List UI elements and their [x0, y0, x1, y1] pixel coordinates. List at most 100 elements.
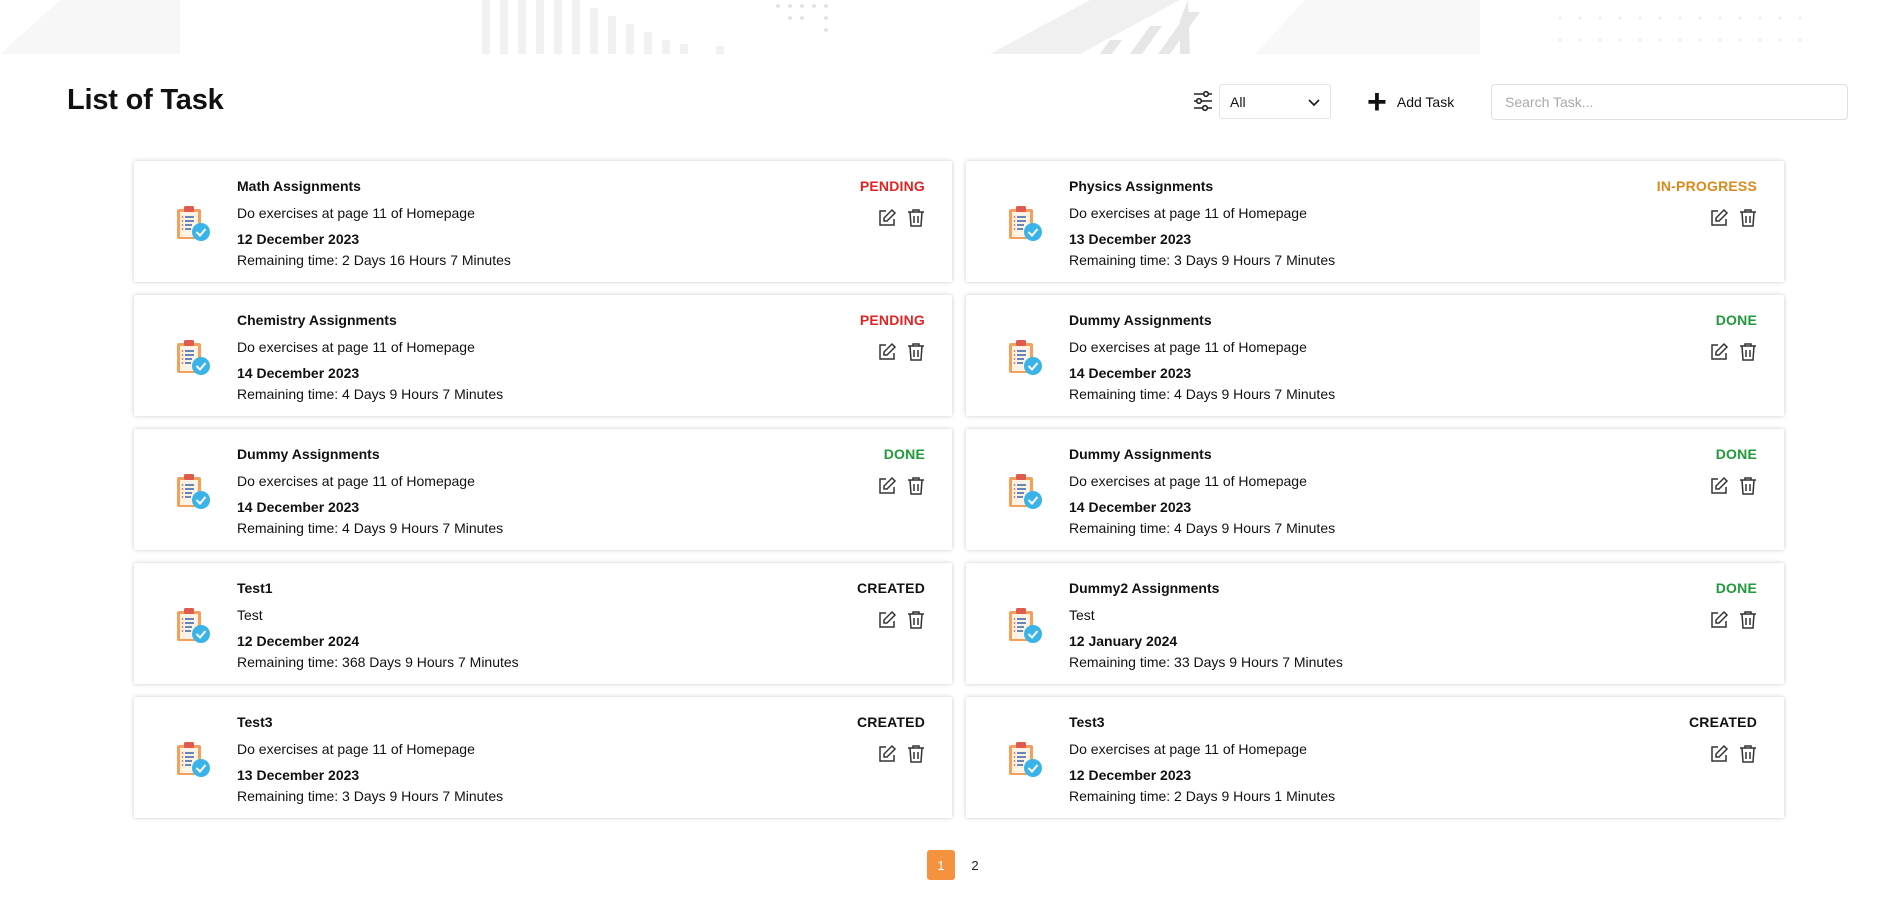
- task-due-date: 12 December 2023: [1069, 767, 1192, 783]
- plus-icon: +: [1367, 83, 1387, 121]
- task-remaining-time: Remaining time: 3 Days 9 Hours 7 Minutes: [237, 788, 504, 804]
- task-remaining-time: Remaining time: 4 Days 9 Hours 7 Minutes: [237, 386, 504, 402]
- edit-icon[interactable]: [877, 610, 897, 630]
- search-task-input[interactable]: [1491, 84, 1848, 120]
- task-title: Test3: [237, 714, 273, 730]
- task-title: Dummy Assignments: [1069, 446, 1212, 462]
- task-grid: Math Assignments Do exercises at page 11…: [134, 161, 1784, 818]
- task-title: Dummy Assignments: [1069, 312, 1212, 328]
- trash-icon[interactable]: [1739, 744, 1757, 764]
- add-task-label: Add Task: [1396, 94, 1455, 110]
- task-description: Do exercises at page 11 of Homepage: [1069, 339, 1307, 355]
- task-title: Chemistry Assignments: [237, 312, 397, 328]
- task-remaining-time: Remaining time: 4 Days 9 Hours 7 Minutes: [1069, 520, 1336, 536]
- trash-icon[interactable]: [907, 610, 925, 630]
- status-badge: CREATED: [856, 714, 925, 730]
- task-card: Dummy Assignments Do exercises at page 1…: [966, 295, 1784, 416]
- task-remaining-time: Remaining time: 33 Days 9 Hours 7 Minute…: [1069, 654, 1343, 670]
- edit-icon[interactable]: [877, 476, 897, 496]
- task-card: Physics Assignments Do exercises at page…: [966, 161, 1784, 282]
- filter-sliders-icon[interactable]: [1188, 86, 1218, 116]
- task-description: Do exercises at page 11 of Homepage: [237, 741, 475, 757]
- clipboard-check-icon: [175, 338, 211, 376]
- task-description: Test: [1069, 607, 1095, 623]
- task-remaining-time: Remaining time: 2 Days 16 Hours 7 Minute…: [237, 252, 511, 268]
- edit-icon[interactable]: [1709, 342, 1729, 362]
- clipboard-check-icon: [175, 204, 211, 242]
- trash-icon[interactable]: [907, 744, 925, 764]
- task-title: Test3: [1069, 714, 1105, 730]
- task-title: Test1: [237, 580, 273, 596]
- task-due-date: 14 December 2023: [237, 365, 360, 381]
- task-remaining-time: Remaining time: 2 Days 9 Hours 1 Minutes: [1069, 788, 1336, 804]
- clipboard-check-icon: [1007, 606, 1043, 644]
- page-title: List of Task: [67, 84, 224, 116]
- trash-icon[interactable]: [907, 476, 925, 496]
- status-badge: PENDING: [859, 312, 925, 328]
- task-card: Test3 Do exercises at page 11 of Homepag…: [134, 697, 952, 818]
- page-button-1[interactable]: 1: [927, 850, 955, 880]
- task-card: Chemistry Assignments Do exercises at pa…: [134, 295, 952, 416]
- status-filter-select[interactable]: All: [1219, 84, 1331, 119]
- task-remaining-time: Remaining time: 3 Days 9 Hours 7 Minutes: [1069, 252, 1336, 268]
- task-card: Test3 Do exercises at page 11 of Homepag…: [966, 697, 1784, 818]
- decorative-banner: [0, 0, 1895, 54]
- clipboard-check-icon: [1007, 338, 1043, 376]
- status-badge: DONE: [1715, 580, 1757, 596]
- trash-icon[interactable]: [907, 208, 925, 228]
- status-filter-value: All: [1230, 93, 1246, 110]
- task-description: Do exercises at page 11 of Homepage: [1069, 473, 1307, 489]
- trash-icon[interactable]: [1739, 610, 1757, 630]
- edit-icon[interactable]: [1709, 476, 1729, 496]
- task-remaining-time: Remaining time: 4 Days 9 Hours 7 Minutes: [1069, 386, 1336, 402]
- task-description: Do exercises at page 11 of Homepage: [1069, 741, 1307, 757]
- trash-icon[interactable]: [1739, 342, 1757, 362]
- add-task-button[interactable]: + Add Task: [1367, 83, 1455, 121]
- task-card: Dummy2 Assignments Test 12 January 2024 …: [966, 563, 1784, 684]
- status-badge: DONE: [883, 446, 925, 462]
- trash-icon[interactable]: [1739, 208, 1757, 228]
- edit-icon[interactable]: [1709, 610, 1729, 630]
- chevron-down-icon: [1308, 94, 1320, 110]
- task-card: Test1 Test 12 December 2024 Remaining ti…: [134, 563, 952, 684]
- clipboard-check-icon: [175, 740, 211, 778]
- task-due-date: 13 December 2023: [237, 767, 360, 783]
- task-description: Do exercises at page 11 of Homepage: [237, 339, 475, 355]
- edit-icon[interactable]: [877, 342, 897, 362]
- status-badge: DONE: [1715, 446, 1757, 462]
- task-title: Math Assignments: [237, 178, 361, 194]
- task-card: Math Assignments Do exercises at page 11…: [134, 161, 952, 282]
- edit-icon[interactable]: [1709, 744, 1729, 764]
- page-button-2[interactable]: 2: [961, 850, 989, 880]
- trash-icon[interactable]: [907, 342, 925, 362]
- status-badge: DONE: [1715, 312, 1757, 328]
- task-title: Dummy Assignments: [237, 446, 380, 462]
- task-due-date: 14 December 2023: [1069, 499, 1192, 515]
- task-title: Dummy2 Assignments: [1069, 580, 1220, 596]
- task-card: Dummy Assignments Do exercises at page 1…: [966, 429, 1784, 550]
- status-badge: PENDING: [859, 178, 925, 194]
- task-due-date: 12 December 2024: [237, 633, 360, 649]
- edit-icon[interactable]: [877, 744, 897, 764]
- task-due-date: 14 December 2023: [1069, 365, 1192, 381]
- status-badge: IN-PROGRESS: [1656, 178, 1757, 194]
- edit-icon[interactable]: [1709, 208, 1729, 228]
- task-card: Dummy Assignments Do exercises at page 1…: [134, 429, 952, 550]
- task-description: Test: [237, 607, 263, 623]
- status-badge: CREATED: [1688, 714, 1757, 730]
- clipboard-check-icon: [1007, 472, 1043, 510]
- task-description: Do exercises at page 11 of Homepage: [237, 205, 475, 221]
- status-badge: CREATED: [856, 580, 925, 596]
- task-description: Do exercises at page 11 of Homepage: [237, 473, 475, 489]
- clipboard-check-icon: [1007, 740, 1043, 778]
- clipboard-check-icon: [175, 472, 211, 510]
- task-remaining-time: Remaining time: 368 Days 9 Hours 7 Minut…: [237, 654, 519, 670]
- trash-icon[interactable]: [1739, 476, 1757, 496]
- task-remaining-time: Remaining time: 4 Days 9 Hours 7 Minutes: [237, 520, 504, 536]
- task-due-date: 14 December 2023: [237, 499, 360, 515]
- clipboard-check-icon: [175, 606, 211, 644]
- edit-icon[interactable]: [877, 208, 897, 228]
- pagination: 1 2: [927, 850, 989, 880]
- page-header: List of Task All + Add Task: [67, 82, 1848, 122]
- clipboard-check-icon: [1007, 204, 1043, 242]
